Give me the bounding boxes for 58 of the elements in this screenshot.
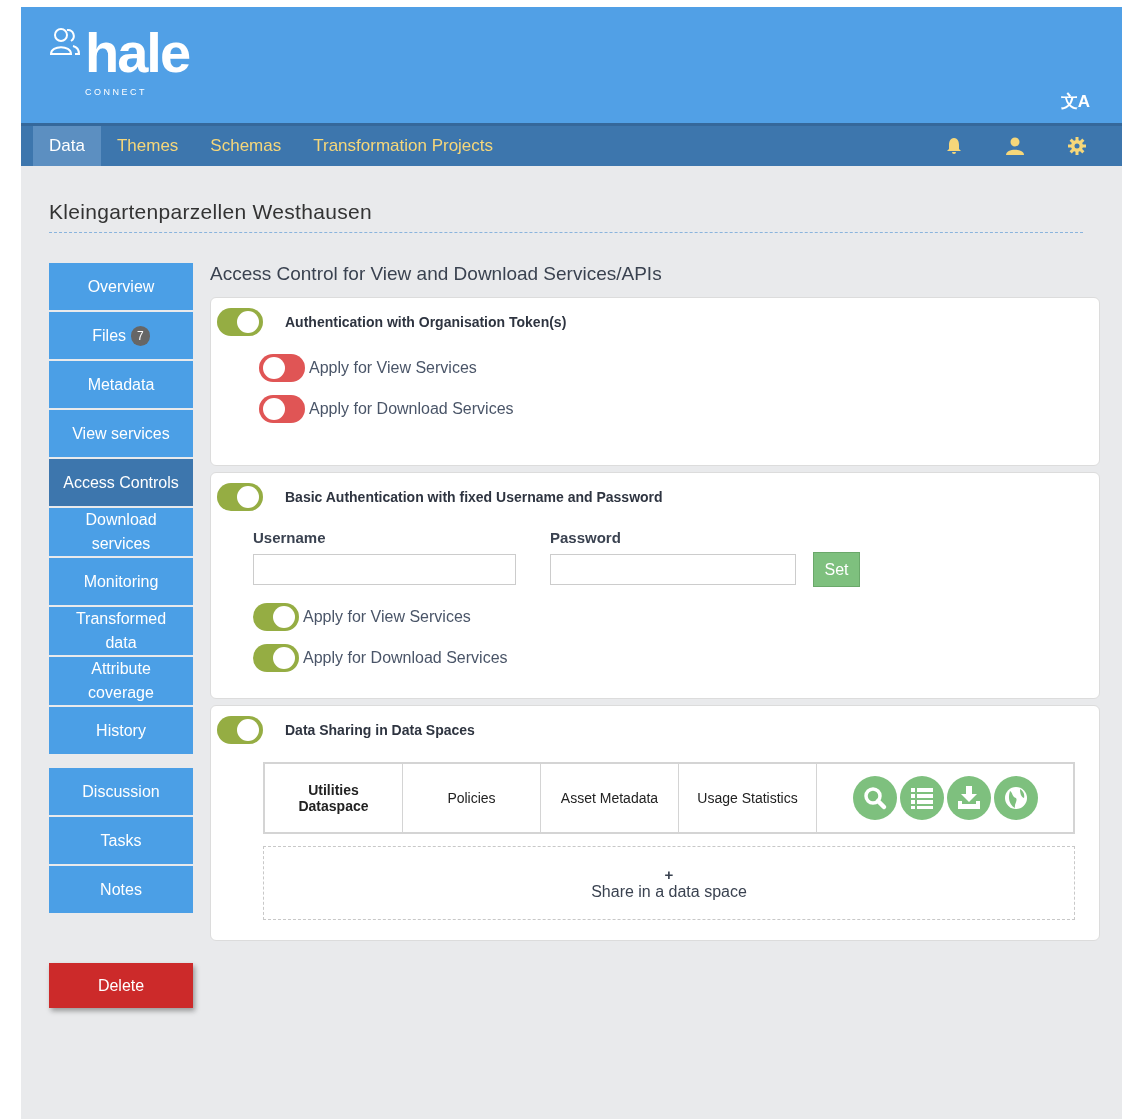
plus-sign: + — [664, 865, 674, 883]
toggle-switch[interactable] — [253, 644, 299, 672]
sidebar-item[interactable]: Attribute coverage — [49, 657, 193, 705]
sidebar-item[interactable]: Download services — [49, 508, 193, 556]
globe-icon[interactable] — [993, 776, 1038, 820]
delete-button[interactable]: Delete — [49, 963, 193, 1008]
page-title: Kleingartenparzellen Westhausen — [49, 200, 1083, 233]
toggle-switch[interactable] — [217, 483, 263, 511]
nav-tab[interactable]: Themes — [100, 126, 195, 166]
field-label: Username — [253, 529, 327, 546]
sidebar-item[interactable]: Notes — [49, 866, 193, 913]
sidebar-item[interactable]: History — [49, 707, 193, 754]
table-cell: Utilities Dataspace — [265, 764, 403, 832]
sidebar-item[interactable]: Discussion — [49, 768, 193, 815]
table-cell: Policies — [403, 764, 541, 832]
download-icon[interactable] — [946, 776, 991, 820]
sidebar-item[interactable]: Overview — [49, 263, 193, 310]
people-icon — [49, 27, 81, 57]
count-badge: 7 — [131, 325, 150, 346]
card-title: Data Sharing in Data Spaces — [285, 722, 475, 738]
add-label: Share in a data space — [591, 882, 747, 901]
logo-subtitle: CONNECT — [85, 87, 147, 97]
sidebar-item[interactable]: View services — [49, 410, 193, 457]
list-icon[interactable] — [899, 776, 944, 820]
input-field[interactable] — [253, 554, 516, 585]
nav-tab[interactable]: Transformation Projects — [297, 126, 510, 166]
sidebar-item[interactable]: Files 7 — [49, 312, 193, 359]
option-label: Apply for Download Services — [309, 400, 514, 418]
table-cell: Asset Metadata — [541, 764, 679, 832]
sidebar-item[interactable]: Access Controls — [49, 459, 193, 506]
toggle-switch[interactable] — [217, 308, 263, 336]
sidebar-item[interactable]: Tasks — [49, 817, 193, 864]
nav-tab[interactable]: Data — [33, 126, 101, 166]
toggle-switch[interactable] — [259, 395, 305, 423]
card-title: Basic Authentication with fixed Username and Password — [285, 489, 663, 505]
toggle-switch[interactable] — [259, 354, 305, 382]
card-title: Authentication with Organisation Token(s) — [285, 314, 567, 330]
toggle-switch[interactable] — [217, 716, 263, 744]
section-title: Access Control for View and Download Services/APIs — [210, 263, 663, 285]
user-icon[interactable] — [1006, 137, 1024, 155]
set-button[interactable]: Set — [813, 552, 860, 587]
toggle-switch[interactable] — [253, 603, 299, 631]
table-cell: Usage Statistics — [679, 764, 817, 832]
sidebar-item[interactable]: Monitoring — [49, 558, 193, 605]
field-label: Password — [550, 529, 622, 546]
language-icon[interactable]: 文A — [1060, 90, 1090, 113]
input-field[interactable] — [550, 554, 796, 585]
sidebar-item[interactable]: Metadata — [49, 361, 193, 408]
bell-icon[interactable] — [946, 137, 962, 155]
option-label: Apply for View Services — [309, 359, 477, 377]
settings-icon[interactable] — [1068, 137, 1086, 155]
sidebar-item[interactable]: Transformed data — [49, 607, 193, 655]
search-icon[interactable] — [852, 776, 897, 820]
add-dataspace-area[interactable]: + Share in a data space — [263, 846, 1075, 920]
logo-text: hale — [85, 27, 190, 79]
nav-tab[interactable]: Schemas — [194, 126, 298, 166]
option-label: Apply for Download Services — [303, 649, 508, 667]
option-label: Apply for View Services — [303, 608, 471, 626]
